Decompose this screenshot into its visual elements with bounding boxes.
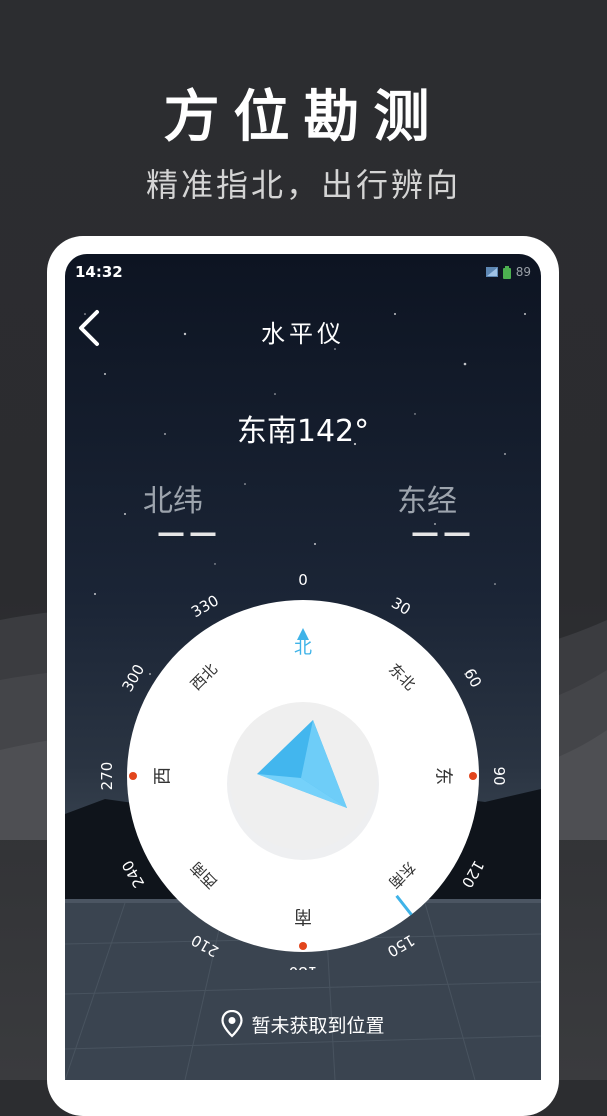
promo-title: 方位勘测 (163, 84, 444, 150)
cardinal-marker-dot (299, 942, 307, 950)
degree-tick-label: 300 (118, 661, 148, 695)
longitude-value: —— (411, 516, 475, 549)
degree-tick-label: 240 (118, 857, 148, 891)
degree-tick-label: 150 (384, 931, 418, 961)
cardinal-marker-dot (129, 772, 137, 780)
screen-title: 水平仪 (261, 320, 345, 348)
battery-level: 89 (515, 265, 531, 279)
degree-tick-label: 330 (188, 591, 222, 621)
degree-tick-label: 180 (289, 963, 318, 970)
degree-tick-label: 30 (388, 594, 414, 619)
location-status[interactable]: 暂未获取到位置 (65, 1010, 541, 1038)
degree-tick-label: 120 (458, 857, 488, 891)
latitude-label: 北纬 (143, 484, 203, 519)
degree-tick-label: 90 (490, 766, 508, 785)
direction-label: 西 (153, 767, 174, 785)
phone-screen: 14:32 89 水平仪 东南142° 北纬 —— 东经 —— 0 30 60 90 1… (65, 254, 541, 1080)
degree-tick-label: 270 (98, 762, 116, 791)
compass: 0306090120150180210240270300330 北东北东东南南西… (98, 571, 508, 970)
signal-icon (485, 267, 498, 277)
degree-tick-label: 60 (460, 665, 485, 691)
status-icons: 89 (485, 265, 531, 279)
latitude-value: —— (157, 516, 221, 549)
cardinal-marker-dot (469, 772, 477, 780)
location-status-text: 暂未获取到位置 (251, 1014, 385, 1037)
location-pin-icon (221, 1010, 244, 1038)
degree-tick-label: 0 (298, 571, 308, 589)
battery-icon (502, 265, 511, 279)
longitude-label: 东经 (397, 484, 457, 519)
direction-label: 东 (433, 767, 454, 785)
status-time: 14:32 (75, 263, 123, 281)
heading-readout: 东南142° (236, 414, 370, 449)
status-bar: 14:32 89 (65, 254, 541, 290)
direction-label: 北 (294, 638, 312, 659)
direction-label: 南 (294, 906, 312, 927)
degree-tick-label: 210 (188, 931, 222, 961)
promo-subtitle: 精准指北，出行辨向 (145, 166, 461, 204)
